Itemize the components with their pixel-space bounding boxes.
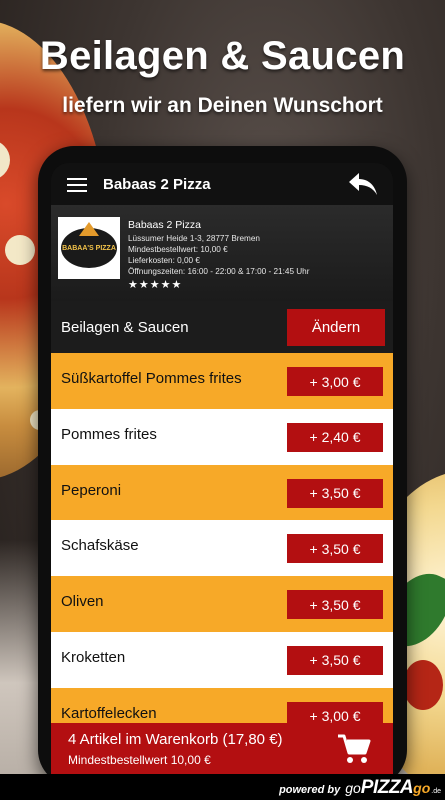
app-bar: Babaas 2 Pizza (51, 163, 393, 205)
hamburger-menu-icon[interactable] (67, 176, 89, 192)
logo-text: BABAA'S PIZZA (62, 244, 116, 252)
restaurant-details: Babaas 2 Pizza Lüssumer Heide 1-3, 28777… (128, 219, 309, 291)
cart-bar[interactable]: 4 Artikel im Warenkorb (17,80 €) Mindest… (51, 723, 393, 775)
brand-go-prefix: go (345, 780, 361, 796)
category-label: Beilagen & Saucen (61, 318, 189, 336)
restaurant-hours: Öffnungszeiten: 16:00 - 22:00 & 17:00 - … (128, 267, 310, 276)
change-category-button[interactable]: Ändern (287, 308, 385, 346)
brand-go-suffix: go (413, 780, 431, 796)
list-item[interactable]: Süßkartoffel Pommes frites + 3,00 € (51, 353, 393, 409)
list-item[interactable]: Peperoni + 3,50 € (51, 464, 393, 521)
restaurant-logo: BABAA'S PIZZA (58, 217, 120, 279)
list-item[interactable]: Schafskäse + 3,50 € (51, 520, 393, 577)
restaurant-min-order: Mindestbestellwert: 10,00 € (128, 245, 228, 254)
brand-tld: .de (431, 788, 441, 795)
cart-min-order: Mindestbestellwert 10,00 € (68, 753, 211, 767)
restaurant-name: Babaas 2 Pizza (128, 219, 201, 231)
rating-stars: ★★★★★ (128, 279, 183, 291)
footer-branding: powered by go PIZZA go .de (0, 774, 445, 800)
tomato-image (403, 660, 443, 710)
back-arrow-icon[interactable] (347, 170, 379, 198)
restaurant-info: BABAA'S PIZZA Babaas 2 Pizza Lüssumer He… (51, 205, 393, 301)
item-list: Süßkartoffel Pommes frites + 3,00 € Pomm… (51, 353, 393, 744)
cart-summary: 4 Artikel im Warenkorb (17,80 €) (68, 731, 283, 748)
list-item[interactable]: Pommes frites + 2,40 € (51, 408, 393, 465)
add-item-button[interactable]: + 3,50 € (287, 645, 383, 675)
restaurant-address: Lüssumer Heide 1-3, 28777 Bremen (128, 234, 260, 243)
shopping-cart-icon[interactable] (337, 733, 371, 765)
brand-pizza: PIZZA (360, 777, 414, 798)
add-item-button[interactable]: + 3,50 € (287, 478, 383, 508)
list-item[interactable]: Oliven + 3,50 € (51, 576, 393, 632)
app-screen: Babaas 2 Pizza BABAA'S PIZZA Babaas 2 Pi… (51, 163, 393, 783)
powered-by-text: powered by (279, 784, 341, 796)
category-bar: Beilagen & Saucen Ändern (51, 301, 393, 353)
add-item-button[interactable]: + 3,50 € (287, 590, 383, 620)
app-title: Babaas 2 Pizza (103, 175, 211, 193)
add-item-button[interactable]: + 3,50 € (287, 534, 383, 564)
powered-by-logo: powered by go PIZZA go .de (279, 777, 441, 799)
list-item[interactable]: Kroketten + 3,50 € (51, 631, 393, 688)
restaurant-delivery-cost: Lieferkosten: 0,00 € (128, 256, 200, 265)
promo-headline: Beilagen & Saucen (39, 34, 406, 78)
add-item-button[interactable]: + 2,40 € (287, 422, 383, 452)
add-item-button[interactable]: + 3,00 € (287, 367, 383, 396)
promo-subline: liefern wir an Deinen Wunschort (62, 94, 383, 117)
